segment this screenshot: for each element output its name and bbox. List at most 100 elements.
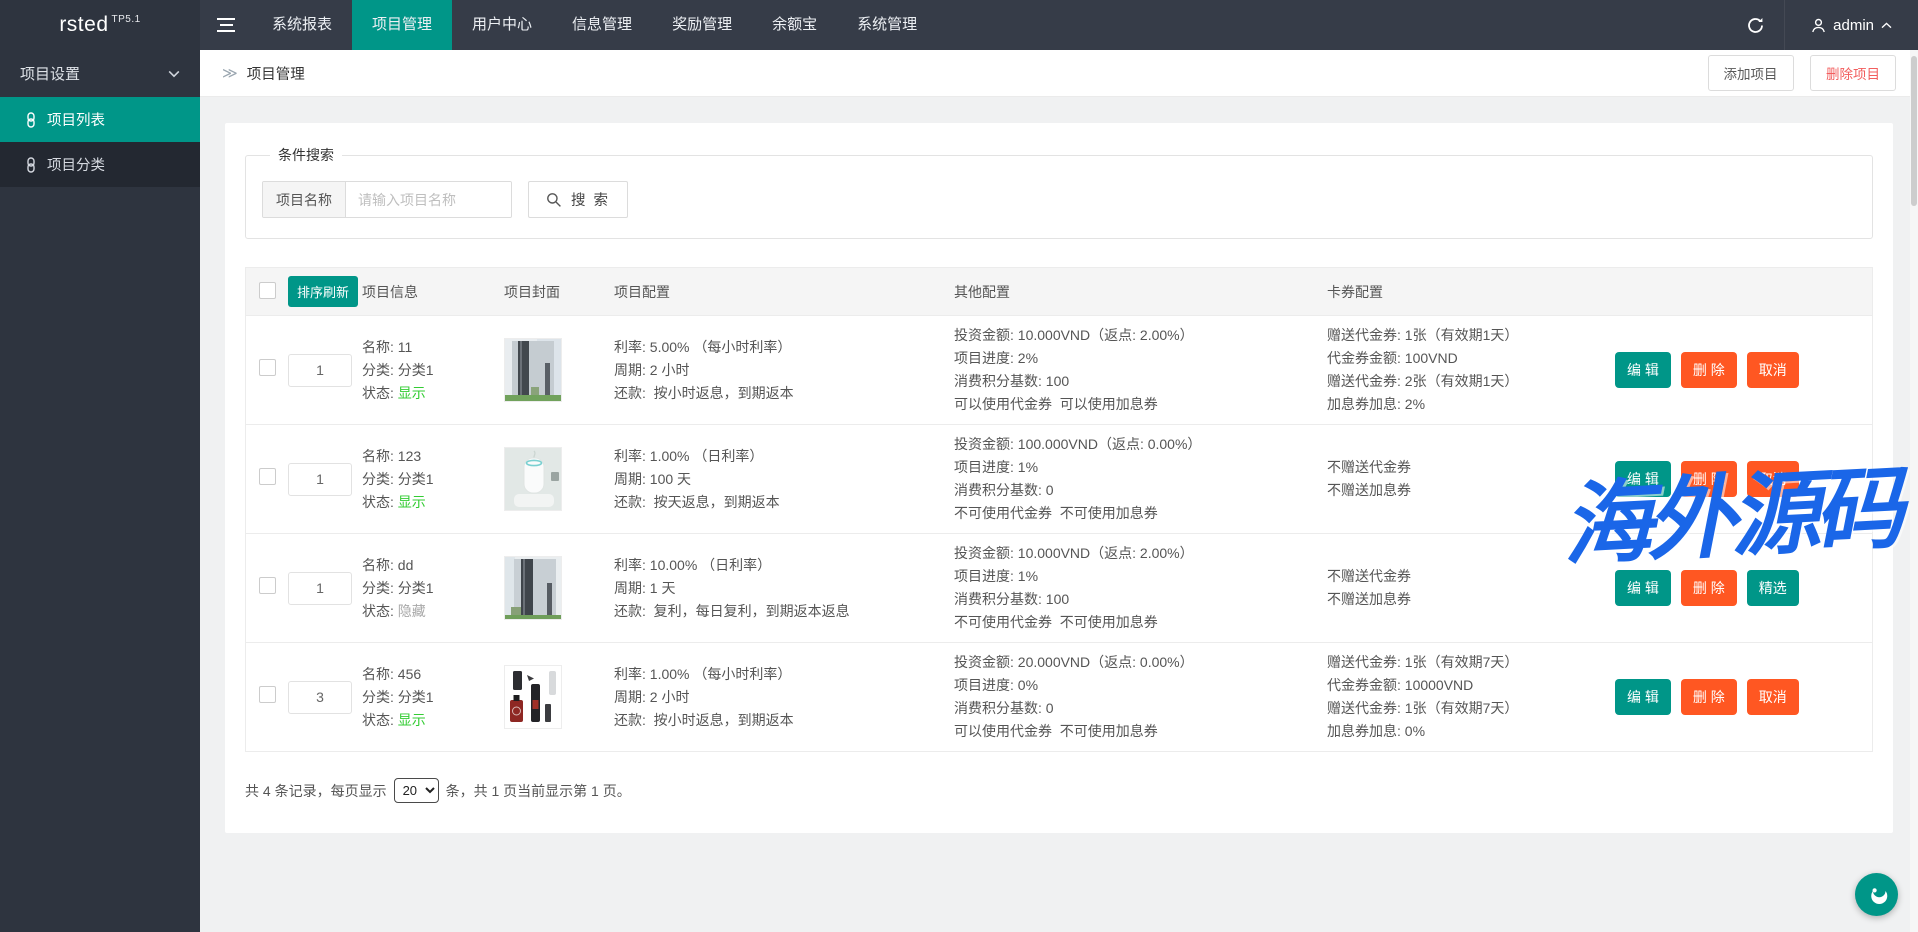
project-config-line: 周期: 1 天 — [614, 577, 944, 600]
cancel-button[interactable]: 取消 — [1747, 679, 1799, 715]
other-config-cell: 投资金额: 20.000VND（返点: 0.00%）项目进度: 0%消费积分基数… — [954, 651, 1327, 743]
feature-button[interactable]: 精选 — [1747, 570, 1799, 606]
other-config-line: 项目进度: 1% — [954, 456, 1317, 479]
delete-button[interactable]: 删 除 — [1681, 461, 1737, 497]
other-config-line: 消费积分基数: 0 — [954, 479, 1317, 502]
coupon-config-cell: 不赠送代金券不赠送加息券 — [1327, 456, 1615, 502]
products-photo — [504, 665, 562, 729]
project-config-line: 还款: 按小时返息，到期返本 — [614, 709, 944, 732]
row-checkbox[interactable] — [259, 577, 276, 594]
search-button-label: 搜 索 — [571, 189, 610, 210]
project-config-line: 周期: 2 小时 — [614, 686, 944, 709]
search-button[interactable]: 搜 索 — [528, 181, 628, 218]
coupon-config-line: 代金券金额: 10000VND — [1327, 674, 1605, 697]
project-name: 名称: 123 — [362, 445, 494, 468]
top-navbar: rstedTP5.1 系统报表项目管理用户中心信息管理奖励管理余额宝系统管理 a… — [0, 0, 1918, 50]
column-header: 项目封面 — [504, 282, 614, 302]
search-icon — [546, 192, 562, 208]
status-label: 状态: — [362, 494, 398, 510]
row-actions-cell: 编 辑删 除取消 — [1615, 679, 1872, 715]
project-status: 状态: 隐藏 — [362, 600, 494, 623]
username: admin — [1833, 17, 1874, 34]
nav-item[interactable]: 用户中心 — [452, 0, 552, 50]
delete-button[interactable]: 删 除 — [1681, 570, 1737, 606]
nav-item[interactable]: 信息管理 — [552, 0, 652, 50]
coupon-config-line: 赠送代金券: 1张（有效期1天） — [1327, 324, 1605, 347]
coupon-config-cell: 赠送代金券: 1张（有效期1天）代金券金额: 100VND赠送代金券: 2张（有… — [1327, 324, 1615, 416]
user-menu[interactable]: admin — [1784, 0, 1918, 50]
row-actions-cell: 编 辑删 除取消 — [1615, 461, 1872, 497]
refresh-icon-glyph — [1747, 17, 1764, 34]
coupon-config-line: 赠送代金券: 2张（有效期1天） — [1327, 370, 1605, 393]
edit-button[interactable]: 编 辑 — [1615, 570, 1671, 606]
project-list-card: 条件搜索 项目名称 搜 索 — [225, 123, 1893, 833]
status-label: 状态: — [362, 603, 398, 619]
sidebar-item[interactable]: 项目分类 — [0, 142, 200, 187]
project-config-line: 还款: 按天返息，到期返本 — [614, 491, 944, 514]
sidebar-item-label: 项目分类 — [47, 154, 105, 175]
nav-item[interactable]: 系统报表 — [252, 0, 352, 50]
nav-item[interactable]: 奖励管理 — [652, 0, 752, 50]
hamburger-menu-icon[interactable] — [200, 0, 252, 50]
delete-project-button[interactable]: 删除项目 — [1810, 55, 1896, 91]
table-row: 名称: dd分类: 分类1状态: 隐藏利率: 10.00% （日利率）周期: 1… — [246, 533, 1872, 642]
topbar-right: admin — [1726, 0, 1918, 50]
nav-item[interactable]: 项目管理 — [352, 0, 452, 50]
search-legend: 条件搜索 — [270, 145, 342, 165]
edit-button[interactable]: 编 辑 — [1615, 461, 1671, 497]
scrollbar-thumb[interactable] — [1911, 56, 1917, 206]
sort-refresh-button[interactable]: 排序刷新 — [288, 276, 358, 307]
delete-button[interactable]: 删 除 — [1681, 679, 1737, 715]
nav-item[interactable]: 余额宝 — [752, 0, 837, 50]
row-checkbox[interactable] — [259, 468, 276, 485]
app-logo[interactable]: rstedTP5.1 — [0, 0, 200, 50]
link-icon — [24, 157, 38, 173]
project-name-input[interactable] — [346, 182, 511, 217]
row-actions-cell: 编 辑删 除精选 — [1615, 570, 1872, 606]
coupon-config-line: 代金券金额: 100VND — [1327, 347, 1605, 370]
project-config-cell: 利率: 10.00% （日利率）周期: 1 天还款: 复利，每日复利，到期返本返… — [614, 554, 954, 623]
edit-button[interactable]: 编 辑 — [1615, 352, 1671, 388]
row-checkbox[interactable] — [259, 686, 276, 703]
sort-cell — [288, 354, 362, 387]
sort-order-input[interactable] — [288, 681, 352, 714]
project-config-line: 还款: 复利，每日复利，到期返本返息 — [614, 600, 944, 623]
app-window: rstedTP5.1 系统报表项目管理用户中心信息管理奖励管理余额宝系统管理 a… — [0, 0, 1918, 932]
cancel-button[interactable]: 取消 — [1747, 461, 1799, 497]
breadcrumb-bar: ≫ 项目管理 添加项目 删除项目 — [200, 50, 1918, 97]
refresh-icon[interactable] — [1726, 0, 1784, 50]
delete-button[interactable]: 删 除 — [1681, 352, 1737, 388]
select-all-checkbox[interactable] — [259, 282, 276, 299]
project-category: 分类: 分类1 — [362, 577, 494, 600]
project-category: 分类: 分类1 — [362, 686, 494, 709]
project-name-field-group: 项目名称 — [262, 181, 512, 218]
sidebar-item[interactable]: 项目列表 — [0, 97, 200, 142]
status-value: 显示 — [398, 494, 426, 510]
cover-cell — [504, 447, 614, 511]
other-config-line: 项目进度: 1% — [954, 565, 1317, 588]
sort-order-input[interactable] — [288, 572, 352, 605]
row-checkbox[interactable] — [259, 359, 276, 376]
theme-icon — [1864, 882, 1890, 908]
project-status: 状态: 显示 — [362, 491, 494, 514]
sort-order-input[interactable] — [288, 463, 352, 496]
table-row: 名称: 123分类: 分类1状态: 显示利率: 1.00% （日利率）周期: 1… — [246, 424, 1872, 533]
edit-button[interactable]: 编 辑 — [1615, 679, 1671, 715]
table-row: 名称: 456分类: 分类1状态: 显示利率: 1.00% （每小时利率）周期:… — [246, 642, 1872, 751]
project-table: 排序刷新项目信息项目封面项目配置其他配置卡券配置名称: 11分类: 分类1状态:… — [245, 267, 1873, 752]
theme-fab-button[interactable] — [1855, 873, 1898, 916]
nav-item[interactable]: 系统管理 — [837, 0, 937, 50]
add-project-button[interactable]: 添加项目 — [1708, 55, 1794, 91]
sort-order-input[interactable] — [288, 354, 352, 387]
scrollbar[interactable] — [1910, 50, 1918, 932]
cancel-button[interactable]: 取消 — [1747, 352, 1799, 388]
row-checkbox-cell — [246, 686, 288, 708]
page-size-select[interactable]: 20 — [394, 778, 439, 803]
row-actions-cell: 编 辑删 除取消 — [1615, 352, 1872, 388]
sidebar-group-project-settings[interactable]: 项目设置 — [0, 50, 200, 97]
other-config-line: 消费积分基数: 0 — [954, 697, 1317, 720]
coupon-config-line: 赠送代金券: 1张（有效期7天） — [1327, 651, 1605, 674]
chevron-down-icon — [168, 70, 180, 78]
page-title: 项目管理 — [247, 63, 305, 84]
top-nav-menu: 系统报表项目管理用户中心信息管理奖励管理余额宝系统管理 — [252, 0, 937, 50]
